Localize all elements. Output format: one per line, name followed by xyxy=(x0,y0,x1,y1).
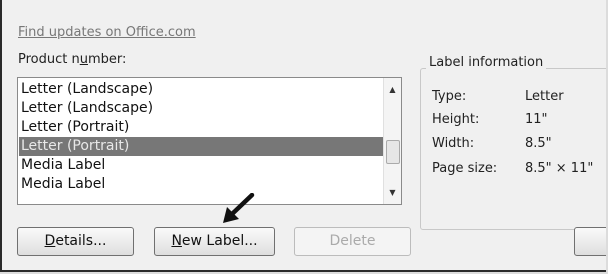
info-value: 8.5" × 11" xyxy=(525,161,594,176)
new-label-button[interactable]: New Label... xyxy=(154,227,275,256)
list-item[interactable]: Media Label xyxy=(19,175,383,194)
find-updates-link[interactable]: Find updates on Office.com xyxy=(18,25,196,40)
labels-dialog: Find updates on Office.com Product numbe… xyxy=(0,0,606,272)
scroll-thumb[interactable] xyxy=(386,140,400,164)
partial-button[interactable] xyxy=(574,227,606,256)
delete-button[interactable]: Delete xyxy=(294,227,411,256)
list-item[interactable]: Letter (Landscape) xyxy=(19,99,383,118)
info-value: 11" xyxy=(525,112,548,127)
info-value: Letter xyxy=(525,89,564,104)
info-key: Height: xyxy=(432,112,480,127)
info-key: Type: xyxy=(432,89,467,104)
product-number-list[interactable]: Letter (Landscape) Letter (Landscape) Le… xyxy=(17,77,402,205)
pointer-arrow-icon xyxy=(223,193,255,223)
info-key: Page size: xyxy=(432,161,498,176)
details-button[interactable]: Details... xyxy=(17,227,134,256)
list-item[interactable]: Letter (Landscape) xyxy=(19,80,383,99)
list-items: Letter (Landscape) Letter (Landscape) Le… xyxy=(19,80,383,194)
scroll-up-icon[interactable]: ▲ xyxy=(384,81,401,98)
list-item[interactable]: Letter (Portrait) xyxy=(19,118,383,137)
scroll-down-icon[interactable]: ▼ xyxy=(384,184,401,201)
info-value: 8.5" xyxy=(525,136,552,151)
info-key: Width: xyxy=(432,136,475,151)
label-information-title: Label information xyxy=(426,55,547,70)
list-item[interactable]: Media Label xyxy=(19,156,383,175)
product-number-label: Product number: xyxy=(18,52,127,67)
list-item-selected[interactable]: Letter (Portrait) xyxy=(19,137,383,156)
list-scrollbar[interactable]: ▲ ▼ xyxy=(383,78,401,204)
